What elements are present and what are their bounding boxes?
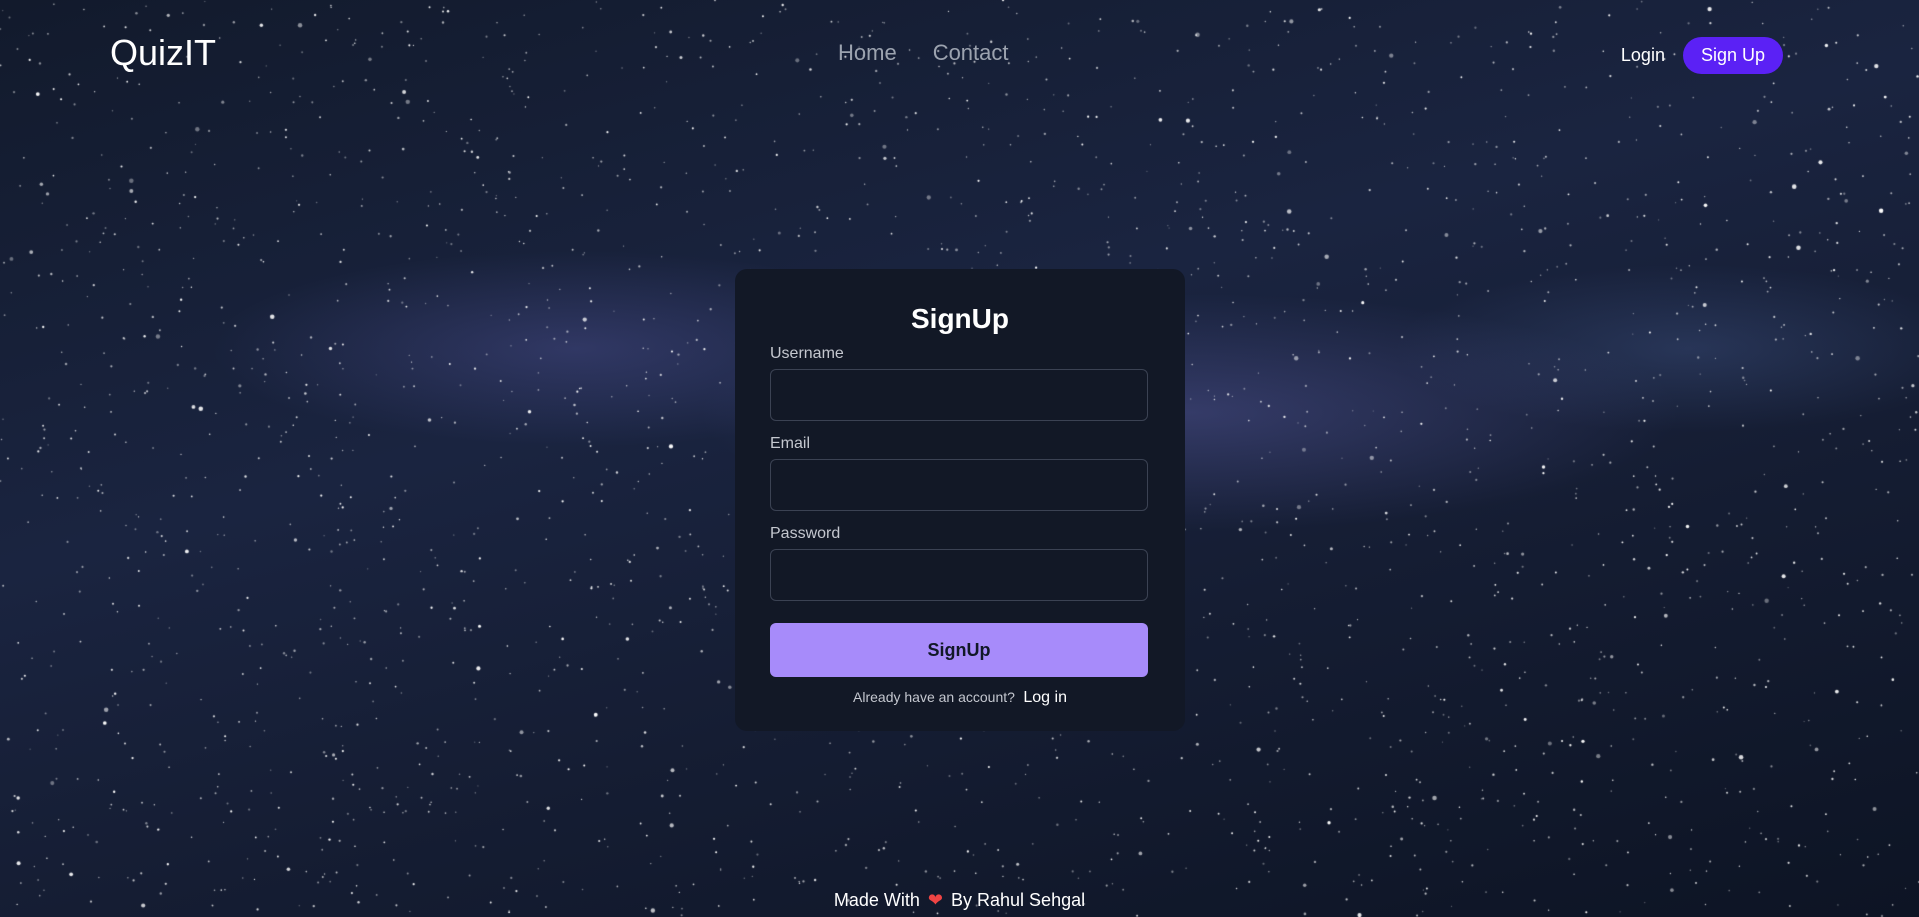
username-label: Username — [770, 345, 844, 362]
signup-button[interactable]: Sign Up — [1682, 37, 1783, 74]
navbar: QuizIT Home Contact Login Sign Up — [0, 0, 1919, 110]
username-input[interactable] — [770, 369, 1148, 421]
footer-prefix: Made With — [833, 890, 920, 910]
login-prompt-text: Already have an account? — [853, 689, 1015, 705]
password-input[interactable] — [770, 549, 1148, 601]
login-prompt: Already have an account? Log in — [770, 689, 1150, 707]
nav-home-link[interactable]: Home — [838, 40, 897, 66]
signup-title: SignUp — [911, 303, 1009, 334]
signup-submit-button[interactable]: SignUp — [770, 623, 1148, 677]
login-in-link[interactable]: Log in — [1023, 689, 1067, 706]
nav-links: Home Contact — [838, 40, 1009, 66]
brand-logo[interactable]: QuizIT — [110, 32, 216, 74]
nav-contact-link[interactable]: Contact — [933, 40, 1009, 66]
password-label: Password — [770, 525, 841, 542]
footer: Made With ❤ By Rahul Sehgal — [0, 890, 1919, 911]
footer-author: By Rahul Sehgal — [951, 890, 1086, 910]
email-label: Email — [770, 435, 811, 452]
signup-card: SignUp Username Email Password SignUp Al… — [735, 269, 1185, 731]
email-input[interactable] — [770, 459, 1148, 511]
auth-links: Login Sign Up — [1621, 37, 1783, 74]
login-link[interactable]: Login — [1621, 45, 1665, 66]
heart-icon: ❤ — [927, 890, 944, 910]
